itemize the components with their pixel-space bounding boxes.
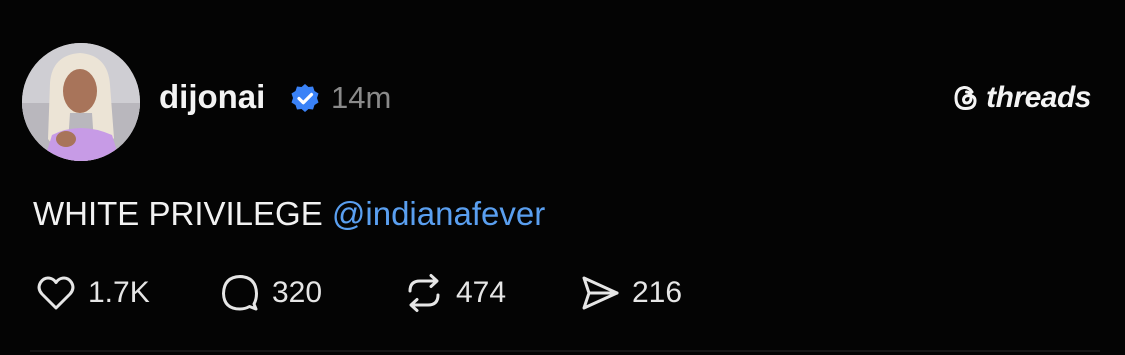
repost-count: 474 (456, 276, 507, 309)
like-count: 1.7K (88, 276, 150, 309)
like-button[interactable]: 1.7K (34, 268, 150, 318)
post-body: WHITE PRIVILEGE @indianafever (33, 192, 545, 236)
share-send-icon (582, 276, 619, 310)
avatar-photo (22, 43, 140, 161)
avatar[interactable] (22, 43, 140, 161)
comment-bubble-icon (222, 275, 258, 311)
repost-icon (408, 274, 440, 312)
post-text: WHITE PRIVILEGE (33, 195, 323, 232)
repost-button[interactable]: 474 (402, 268, 506, 318)
post-actions: 1.7K 320 474 216 (0, 268, 1125, 318)
verified-badge-icon (291, 84, 319, 112)
post-timestamp: 14m (331, 80, 392, 115)
share-button[interactable]: 216 (578, 268, 682, 318)
heart-icon (37, 276, 75, 310)
share-count: 216 (632, 276, 683, 309)
brand-name: threads (986, 81, 1091, 114)
reply-button[interactable]: 320 (218, 268, 322, 318)
mention-link[interactable]: @indianafever (332, 195, 545, 232)
threads-logo-icon (954, 85, 977, 111)
username[interactable]: dijonai (159, 77, 265, 117)
threads-brand: threads (952, 80, 1091, 116)
divider (30, 350, 1100, 352)
reply-count: 320 (272, 276, 323, 309)
threads-post-card: dijonai 14m threads WHITE PRIVILEGE @ind… (0, 0, 1125, 355)
